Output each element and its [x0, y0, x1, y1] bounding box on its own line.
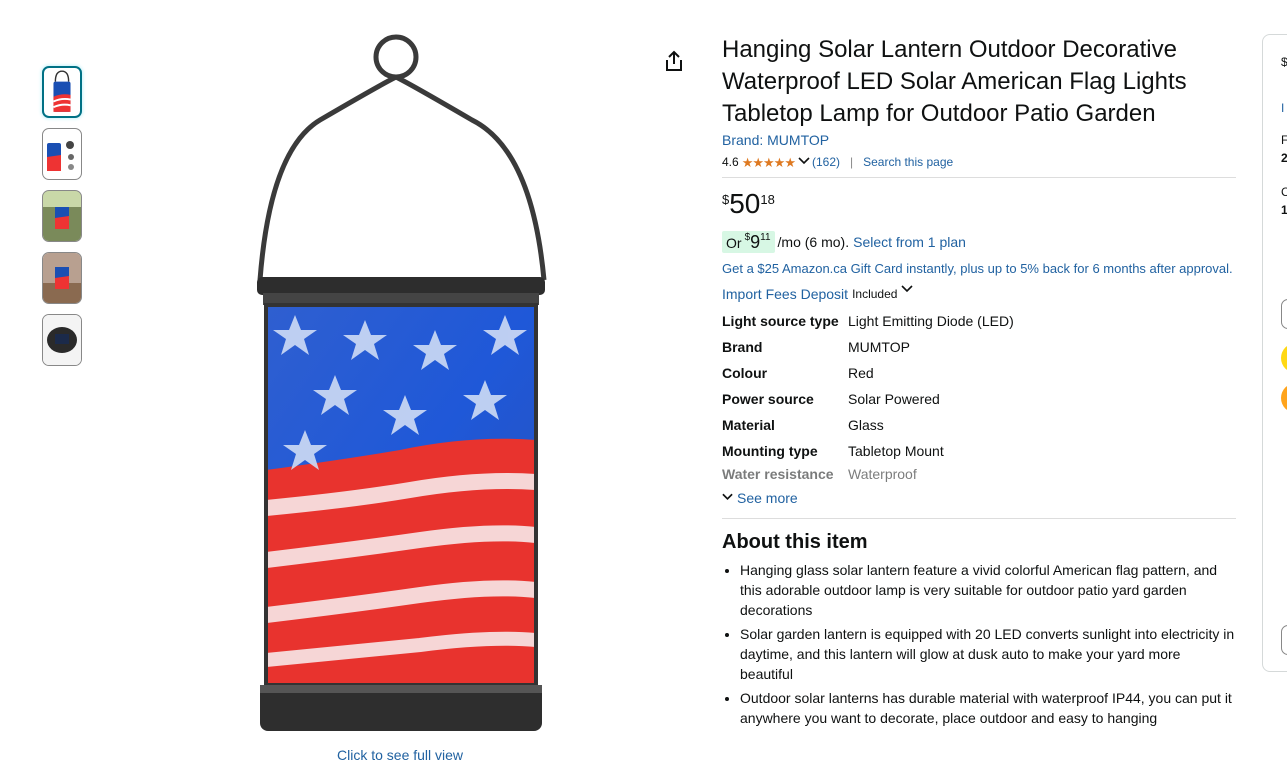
monthly-or: Or: [726, 235, 742, 251]
separator: |: [849, 155, 854, 169]
search-this-page-link[interactable]: Search this page: [863, 155, 953, 169]
spec-row: Colour Red: [722, 360, 1014, 386]
star-icon: ★: [773, 154, 786, 170]
spec-key: Power source: [722, 391, 814, 407]
buybox-text-fragment: 1: [1281, 203, 1287, 217]
spec-value: Glass: [848, 417, 884, 433]
chevron-down-icon[interactable]: [901, 282, 914, 296]
list-item: Hanging glass solar lantern feature a vi…: [740, 560, 1236, 620]
price-whole: 50: [729, 188, 761, 219]
import-fees: Import Fees Deposit Included: [722, 285, 1236, 302]
quantity-select[interactable]: [1281, 299, 1287, 329]
monthly-whole: 9: [750, 232, 761, 252]
thumbnail-outdoor-scene[interactable]: [42, 190, 82, 242]
spec-key: Material: [722, 417, 775, 433]
add-to-cart-button[interactable]: [1281, 343, 1287, 373]
spec-row: Brand MUMTOP: [722, 334, 1014, 360]
buybox-text-fragment: 2: [1281, 151, 1287, 165]
main-product-image[interactable]: [200, 30, 600, 740]
monthly-price-badge: Or $ 9 11: [722, 231, 775, 253]
buybox-price-fragment: $: [1281, 55, 1287, 69]
import-fees-status: Included: [852, 287, 898, 301]
about-section: About this item Hanging glass solar lant…: [722, 531, 1236, 728]
see-more-button[interactable]: See more: [722, 490, 1236, 506]
product-details: Hanging Solar Lantern Outdoor Decorative…: [722, 34, 1236, 732]
list-item: Solar garden lantern is equipped with 20…: [740, 624, 1236, 684]
buybox-link-fragment[interactable]: I: [1281, 101, 1284, 115]
list-item: Outdoor solar lanterns has durable mater…: [740, 688, 1236, 728]
spec-key: Water resistance: [722, 466, 834, 482]
buybox-text-fragment: F: [1281, 133, 1287, 147]
price-symbol: $: [722, 192, 730, 207]
divider: [722, 177, 1236, 178]
chevron-down-icon: [722, 492, 733, 504]
buybox-text-fragment: C: [1281, 185, 1287, 199]
brand-link[interactable]: Brand: MUMTOP: [722, 132, 829, 148]
spec-row: Material Glass: [722, 412, 1014, 438]
price-fraction: 18: [760, 192, 775, 207]
about-bullets: Hanging glass solar lantern feature a vi…: [722, 560, 1236, 728]
spec-key: Light source type: [722, 313, 839, 329]
star-icon: ★: [752, 154, 764, 170]
see-more-label: See more: [737, 490, 798, 506]
star-rating[interactable]: ★ ★ ★ ★ ★: [741, 154, 796, 170]
buy-box: $ I F 2 C 1: [1262, 34, 1287, 672]
thumbnail-solar-panel[interactable]: [42, 314, 82, 366]
thumbnail-list: [42, 66, 82, 376]
spec-row: Water resistance Waterproof: [722, 464, 1014, 484]
spec-value: MUMTOP: [848, 339, 910, 355]
rating-row: 4.6 ★ ★ ★ ★ ★ (162) | Search this page: [722, 154, 1236, 170]
review-count-link[interactable]: (162): [812, 155, 840, 169]
spec-key: Brand: [722, 339, 763, 355]
spec-key: Colour: [722, 365, 768, 381]
spec-value: Red: [848, 365, 874, 381]
monthly-payment: Or $ 9 11 /mo (6 mo). Select from 1 plan: [722, 230, 1236, 254]
thumbnail-porch-scene[interactable]: [42, 252, 82, 304]
spec-value: Waterproof: [848, 466, 917, 482]
gift-card-offer[interactable]: Get a $25 Amazon.ca Gift Card instantly,…: [722, 258, 1236, 279]
spec-value: Solar Powered: [848, 391, 940, 407]
about-heading: About this item: [722, 531, 868, 553]
monthly-term: /mo (6 mo).: [777, 234, 850, 250]
add-to-list-button[interactable]: [1281, 625, 1287, 655]
select-plan-link[interactable]: Select from 1 plan: [853, 234, 966, 250]
spec-row: Light source type Light Emitting Diode (L…: [722, 308, 1014, 334]
star-half-icon: ★: [784, 154, 796, 170]
spec-table: Light source type Light Emitting Diode (L…: [722, 308, 1014, 484]
click-full-view-link[interactable]: Click to see full view: [337, 747, 463, 763]
spec-row: Mounting type Tabletop Mount: [722, 438, 1014, 464]
divider: [722, 518, 1236, 519]
spec-value: Tabletop Mount: [848, 443, 944, 459]
rating-value: 4.6: [722, 155, 739, 169]
star-icon: ★: [741, 154, 754, 170]
product-title: Hanging Solar Lantern Outdoor Decorative…: [722, 36, 1187, 127]
spec-value: Light Emitting Diode (LED): [848, 313, 1014, 329]
share-icon[interactable]: [663, 50, 685, 72]
buy-now-button[interactable]: [1281, 383, 1287, 413]
star-icon: ★: [763, 154, 775, 170]
thumbnail-dimensions[interactable]: [42, 128, 82, 180]
price: $ 50 18: [722, 188, 1236, 222]
spec-row: Power source Solar Powered: [722, 386, 1014, 412]
import-fees-link[interactable]: Import Fees Deposit: [722, 286, 848, 302]
spec-key: Mounting type: [722, 443, 818, 459]
thumbnail-front-view[interactable]: [42, 66, 82, 118]
monthly-fraction: 11: [760, 232, 771, 243]
chevron-down-icon[interactable]: [798, 156, 810, 168]
